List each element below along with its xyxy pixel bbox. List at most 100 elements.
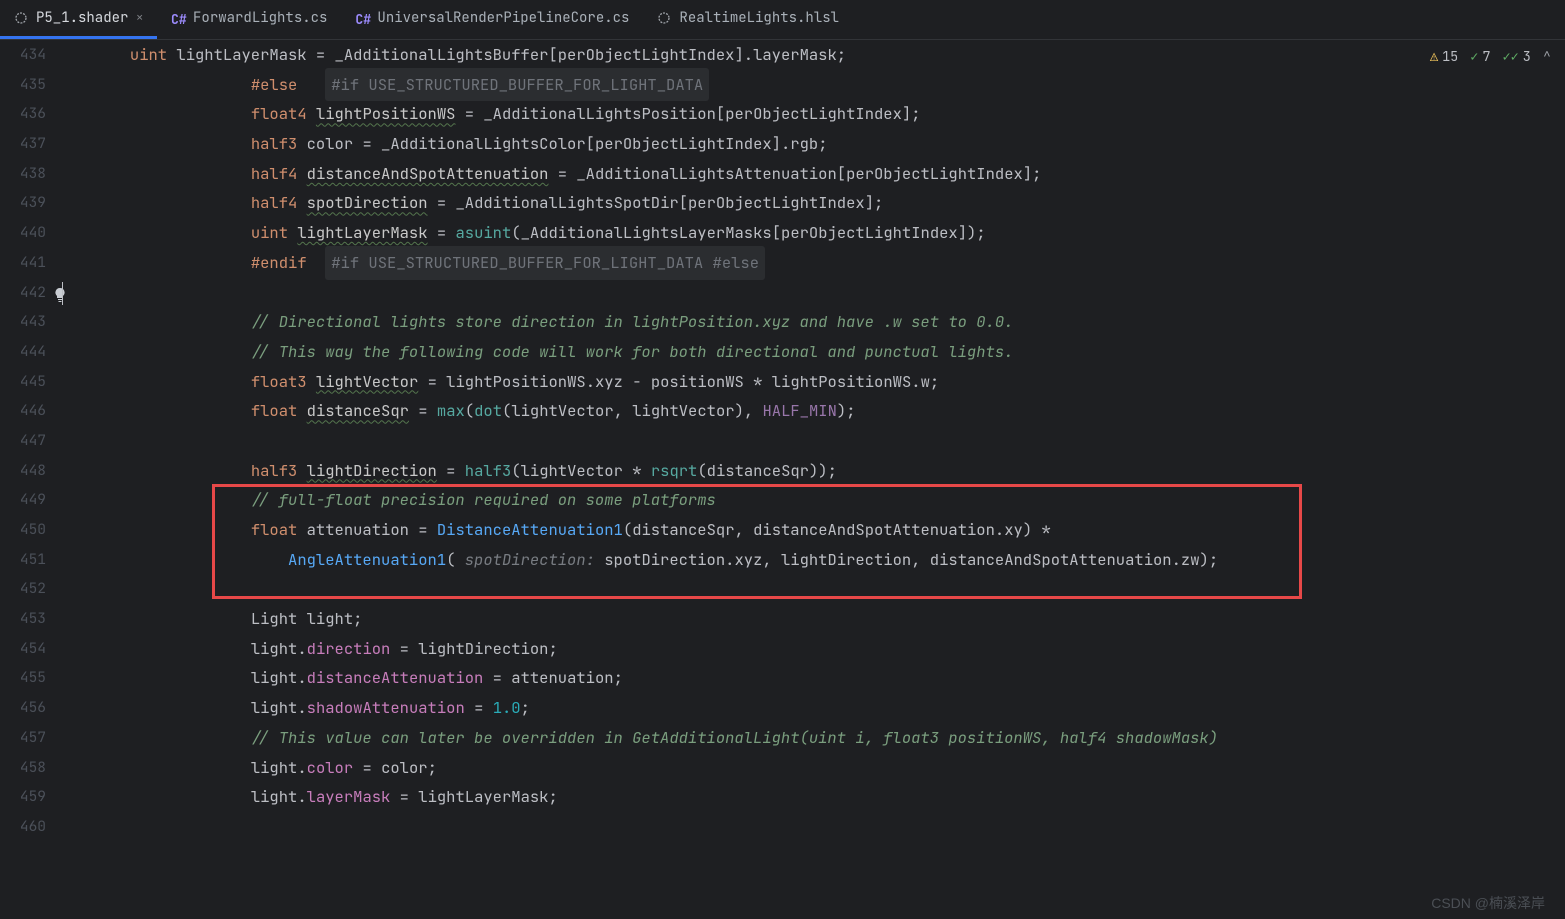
line-number[interactable]: 448 (0, 456, 46, 486)
line-number[interactable]: 438 (0, 159, 46, 189)
line-number[interactable]: 454 (0, 634, 46, 664)
token: perObjectLightIndex (846, 159, 1023, 189)
line-number[interactable]: 451 (0, 545, 46, 575)
line-number[interactable]: 458 (0, 753, 46, 783)
line-number[interactable]: 456 (0, 693, 46, 723)
token: max (437, 396, 465, 426)
token: . (297, 753, 306, 783)
code-line[interactable]: float4 lightPositionWS = _AdditionalLigh… (102, 99, 1565, 129)
token: ; (548, 634, 557, 664)
token (297, 70, 325, 100)
code-line[interactable]: AngleAttenuation1( spotDirection: spotDi… (102, 545, 1565, 575)
line-number[interactable]: 434 (0, 40, 46, 70)
line-number[interactable]: 440 (0, 218, 46, 248)
token: . (911, 367, 920, 397)
code-line[interactable]: half4 spotDirection = _AdditionalLightsS… (102, 188, 1565, 218)
code-line[interactable] (102, 812, 1565, 842)
code-line[interactable]: uint lightLayerMask = asuint(_Additional… (102, 218, 1565, 248)
token: float (251, 396, 298, 426)
code-line[interactable]: light.color = color; (102, 753, 1565, 783)
token: perObjectLightIndex (725, 99, 902, 129)
token: = (400, 782, 409, 812)
token: _AdditionalLightsLayerMasks (521, 218, 772, 248)
token: ; (976, 218, 985, 248)
line-number[interactable]: 439 (0, 188, 46, 218)
token (437, 456, 446, 486)
line-number[interactable]: 436 (0, 99, 46, 129)
code-line[interactable] (102, 426, 1565, 456)
token: distanceAttenuation (307, 663, 484, 693)
check1-badge[interactable]: ✓ 7 (1470, 48, 1490, 66)
token (418, 367, 427, 397)
token: _AdditionalLightsPosition (474, 99, 716, 129)
line-number[interactable]: 453 (0, 604, 46, 634)
token: [ (586, 129, 595, 159)
token: ] (734, 40, 743, 70)
line-number[interactable]: 452 (0, 574, 46, 604)
token (288, 218, 297, 248)
token: w (921, 367, 930, 397)
token: ( (502, 396, 511, 426)
token: rgb (790, 129, 818, 159)
chevron-up-icon[interactable]: ^ (1543, 48, 1551, 66)
line-number[interactable]: 444 (0, 337, 46, 367)
tab[interactable]: P5_1.shader✕ (0, 0, 157, 39)
token: * (1041, 515, 1050, 545)
code-line[interactable] (102, 574, 1565, 604)
token (446, 218, 455, 248)
tab[interactable]: RealtimeLights.hlsl (643, 0, 853, 39)
code-line[interactable]: float3 lightVector = lightPositionWS.xyz… (102, 367, 1565, 397)
line-number[interactable]: 457 (0, 723, 46, 753)
line-number[interactable]: 441 (0, 248, 46, 278)
code-line[interactable]: half3 lightDirection = half3(lightVector… (102, 456, 1565, 486)
line-number[interactable]: 437 (0, 129, 46, 159)
line-number[interactable]: 455 (0, 663, 46, 693)
code-line[interactable]: // full-float precision required on some… (102, 485, 1565, 515)
code-line[interactable]: half3 color = _AdditionalLightsColor[per… (102, 129, 1565, 159)
token (390, 782, 399, 812)
line-number[interactable]: 447 (0, 426, 46, 456)
token: HALF_MIN (762, 396, 836, 426)
line-number[interactable]: 445 (0, 367, 46, 397)
code-line[interactable]: light.direction = lightDirection; (102, 634, 1565, 664)
token: , (762, 545, 781, 575)
token: , (614, 396, 633, 426)
line-number[interactable]: 435 (0, 70, 46, 100)
code-line[interactable]: // Directional lights store direction in… (102, 307, 1565, 337)
code-line[interactable]: #else #if USE_STRUCTURED_BUFFER_FOR_LIGH… (102, 70, 1565, 100)
code-line[interactable]: #endif #if USE_STRUCTURED_BUFFER_FOR_LIG… (102, 248, 1565, 278)
line-number[interactable]: 442 (0, 278, 46, 308)
line-number[interactable]: 450 (0, 515, 46, 545)
code-line[interactable]: light.layerMask = lightLayerMask; (102, 782, 1565, 812)
tab[interactable]: C#UniversalRenderPipelineCore.cs (341, 0, 643, 39)
warnings-badge[interactable]: ⚠ 15 (1430, 48, 1458, 66)
code-area[interactable]: uint lightLayerMask = _AdditionalLightsB… (60, 40, 1565, 919)
tab[interactable]: C#ForwardLights.cs (157, 0, 341, 39)
line-number[interactable]: 446 (0, 396, 46, 426)
code-line[interactable]: uint lightLayerMask = _AdditionalLightsB… (102, 40, 1565, 70)
csharp-icon: C# (171, 11, 185, 25)
line-number[interactable]: 443 (0, 307, 46, 337)
check2-badge[interactable]: ✓✓ 3 (1503, 48, 1531, 66)
token (455, 456, 464, 486)
token: layerMask (753, 40, 837, 70)
line-number[interactable]: 449 (0, 485, 46, 515)
code-line[interactable]: // This value can later be overridden in… (102, 723, 1565, 753)
close-icon[interactable]: ✕ (136, 11, 143, 25)
code-line[interactable]: float distanceSqr = max(dot(lightVector,… (102, 396, 1565, 426)
token: rsqrt (651, 456, 698, 486)
line-number[interactable]: 459 (0, 782, 46, 812)
code-line[interactable]: Light light; (102, 604, 1565, 634)
token (428, 396, 437, 426)
code-line[interactable]: half4 distanceAndSpotAttenuation = _Addi… (102, 159, 1565, 189)
code-line[interactable]: // This way the following code will work… (102, 337, 1565, 367)
code-line[interactable]: light.distanceAttenuation = attenuation; (102, 663, 1565, 693)
code-line[interactable]: float attenuation = DistanceAttenuation1… (102, 515, 1565, 545)
tab-label: RealtimeLights.hlsl (679, 9, 839, 27)
token: // full-float precision required on some… (251, 485, 716, 515)
token: lightPositionWS (762, 367, 911, 397)
token: [ (679, 188, 688, 218)
code-line[interactable]: light.shadowAttenuation = 1.0; (102, 693, 1565, 723)
line-number[interactable]: 460 (0, 812, 46, 842)
code-line[interactable] (102, 278, 1565, 308)
